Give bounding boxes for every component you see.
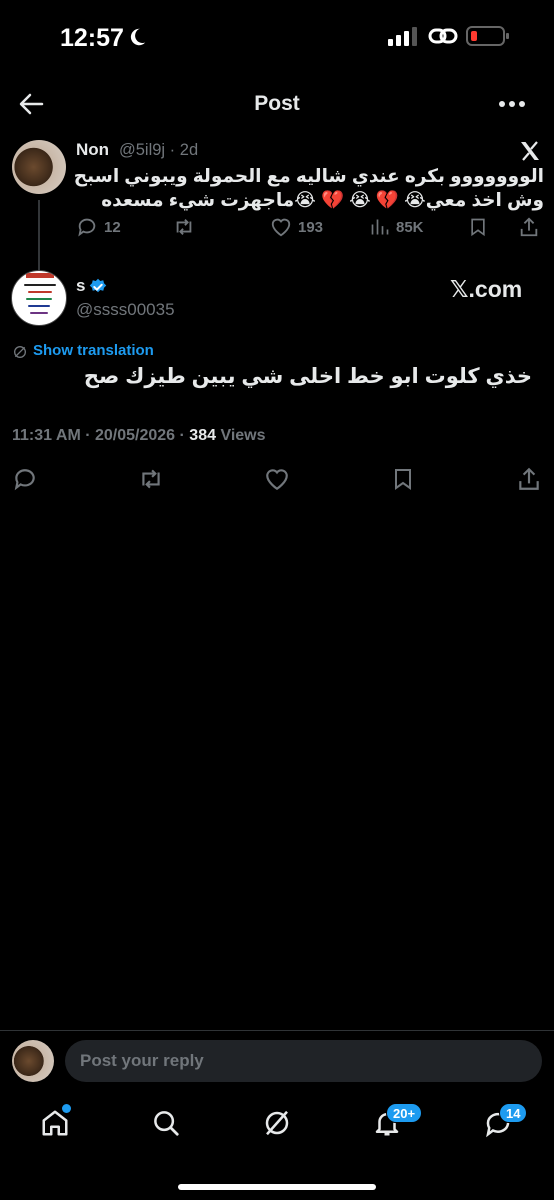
avatar[interactable] <box>11 270 67 326</box>
bookmark-icon <box>395 469 411 490</box>
nav-grok[interactable] <box>262 1108 292 1143</box>
more-icon[interactable] <box>498 94 526 114</box>
notifications-badge: 20+ <box>386 1103 423 1123</box>
author-name[interactable]: Non <box>76 140 109 160</box>
messages-badge: 14 <box>499 1103 528 1123</box>
reply-icon <box>78 218 96 237</box>
status-time: 12:57 <box>60 24 124 52</box>
share-icon <box>520 217 538 237</box>
author-name[interactable]: s <box>76 276 85 296</box>
verified-icon <box>89 278 107 293</box>
x-logo-icon <box>521 141 539 161</box>
x-com-brand: 𝕏.com <box>450 276 523 302</box>
home-indicator <box>178 1184 376 1190</box>
views-label: Views <box>216 427 266 444</box>
tweet-text: الووووووو بكره عندي شاليه مع الحمولة ويب… <box>73 165 544 210</box>
share-button[interactable] <box>516 466 542 492</box>
like-button[interactable]: 193 <box>270 216 323 238</box>
views-button[interactable]: 85K <box>370 216 424 238</box>
bottom-nav: 20+ 14 <box>0 1100 554 1160</box>
author-handle[interactable]: @ssss00035 <box>76 300 175 320</box>
nav-notifications[interactable]: 20+ <box>372 1103 423 1143</box>
avatar <box>12 1040 54 1082</box>
home-dot-badge <box>62 1104 71 1113</box>
page-title: Post <box>254 92 300 115</box>
header: Post <box>0 82 554 128</box>
reply-button[interactable] <box>12 466 38 492</box>
like-count: 193 <box>298 218 324 236</box>
reply-icon <box>14 469 35 491</box>
battery-icon <box>466 26 509 46</box>
tweet-meta: 11:31 AM · 20/05/2026 · 384 Views <box>12 427 266 445</box>
tweet-text: خذي كلوت ابو خط اخلى شي يبين طيزك صح <box>83 365 532 388</box>
views-count: 85K <box>396 218 424 236</box>
views-icon <box>371 219 389 235</box>
bookmark-icon <box>471 218 485 237</box>
link-icon <box>428 28 458 44</box>
retweet-icon <box>176 219 192 235</box>
moon-icon <box>130 28 146 46</box>
translate-icon <box>14 346 26 358</box>
retweet-button[interactable] <box>172 216 196 238</box>
bookmark-button[interactable] <box>391 466 415 492</box>
retweet-icon <box>142 469 160 489</box>
status-bar: 12:57 <box>0 0 554 76</box>
reply-count: 12 <box>104 218 121 236</box>
grok-icon <box>265 1110 289 1136</box>
author-handle[interactable]: @5il9j · 2d <box>119 141 198 160</box>
views-count: 384 <box>189 427 216 444</box>
like-button[interactable] <box>263 466 291 492</box>
reply-input[interactable] <box>65 1040 542 1082</box>
nav-messages[interactable]: 14 <box>483 1103 528 1143</box>
search-icon <box>154 1111 179 1136</box>
share-icon <box>519 467 539 490</box>
nav-search[interactable] <box>151 1108 181 1143</box>
avatar[interactable] <box>12 140 66 194</box>
tweet-actions <box>0 466 554 494</box>
divider <box>0 1030 554 1031</box>
tweet-actions: 12 193 85K <box>0 216 554 240</box>
like-icon <box>271 218 291 237</box>
share-button[interactable] <box>518 216 540 238</box>
timestamp: 11:31 AM · 20/05/2026 · <box>12 427 190 444</box>
signal-icon <box>388 27 417 46</box>
retweet-button[interactable] <box>137 466 165 492</box>
reply-button[interactable]: 12 <box>76 216 121 238</box>
show-translation-link[interactable]: Show translation <box>33 342 154 359</box>
nav-home[interactable] <box>40 1104 71 1143</box>
like-icon <box>266 469 288 491</box>
bookmark-button[interactable] <box>468 216 488 238</box>
